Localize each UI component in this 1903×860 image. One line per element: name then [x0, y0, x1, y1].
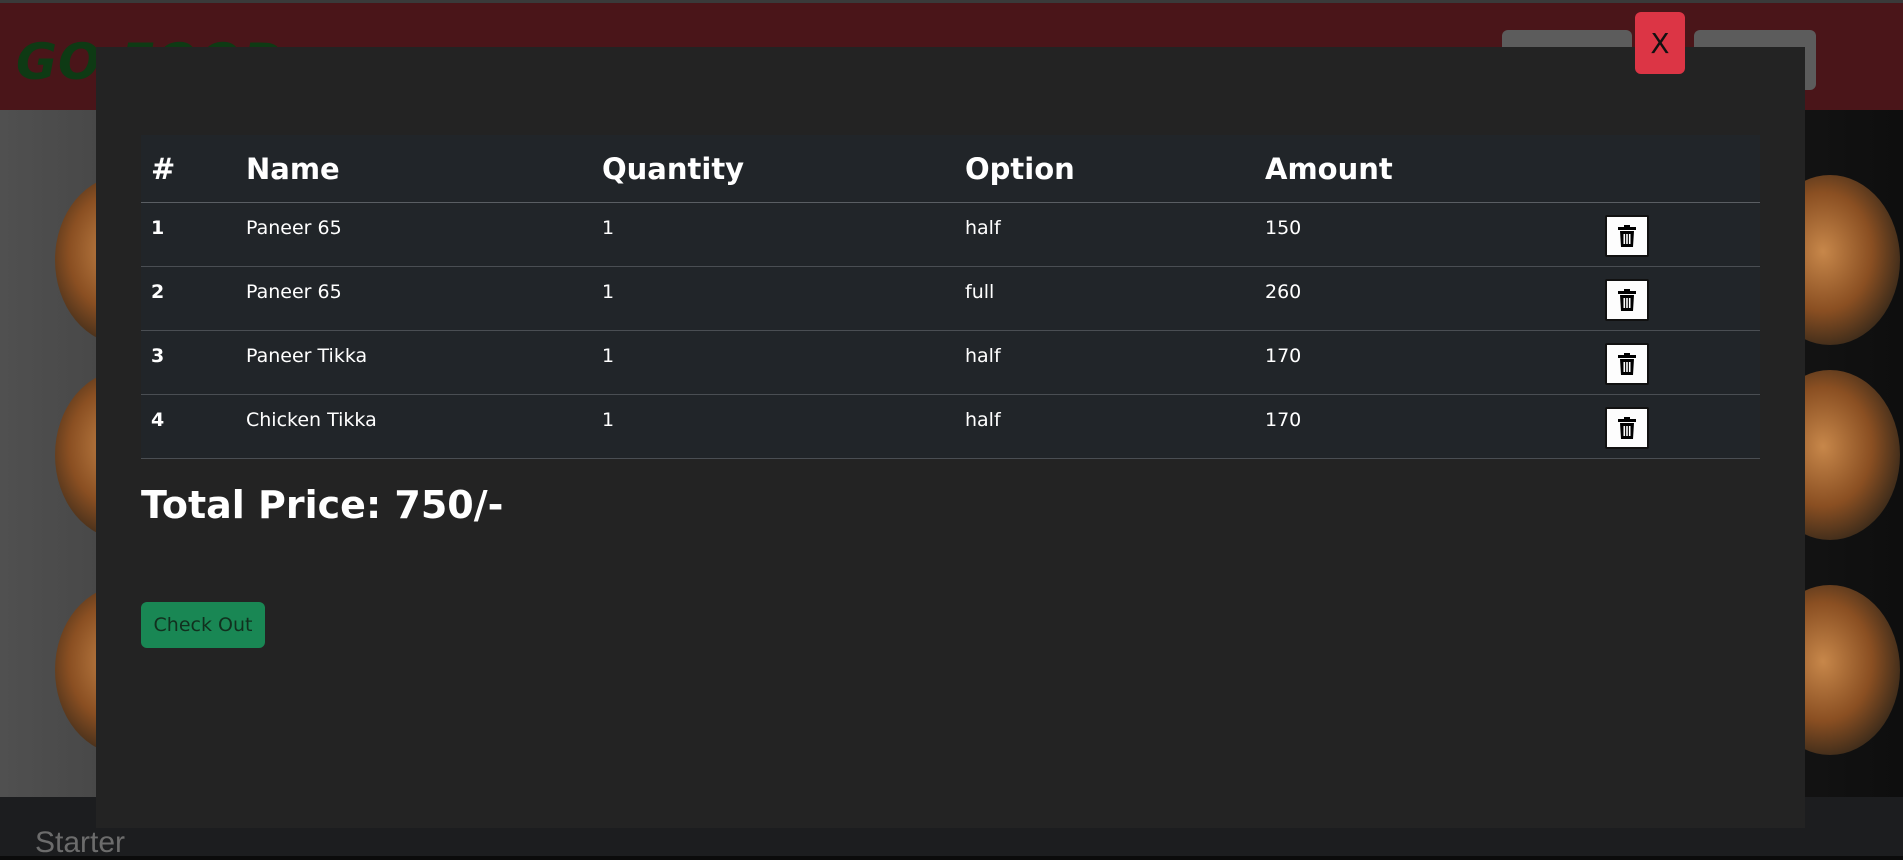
close-button[interactable]: X: [1635, 12, 1685, 74]
column-header-actions: [1595, 135, 1760, 203]
row-option: half: [955, 330, 1255, 395]
column-header-name: Name: [236, 135, 592, 203]
row-name: Paneer 65: [236, 266, 592, 331]
row-amount: 150: [1255, 202, 1595, 267]
table-row: 2 Paneer 65 1 full 260: [141, 266, 1760, 331]
section-title: Starter: [35, 826, 126, 859]
row-index: 3: [141, 330, 236, 395]
column-header-amount: Amount: [1255, 135, 1595, 203]
trash-icon: [1618, 225, 1636, 247]
row-name: Paneer Tikka: [236, 330, 592, 395]
table-row: 4 Chicken Tikka 1 half 170: [141, 394, 1760, 459]
row-index: 4: [141, 394, 236, 459]
row-option: half: [955, 394, 1255, 459]
row-quantity: 1: [592, 394, 955, 459]
row-amount: 260: [1255, 266, 1595, 331]
column-header-option: Option: [955, 135, 1255, 203]
row-amount: 170: [1255, 330, 1595, 395]
checkout-button[interactable]: Check Out: [141, 602, 265, 648]
table-row: 1 Paneer 65 1 half 150: [141, 202, 1760, 267]
delete-button[interactable]: [1605, 279, 1649, 321]
delete-button[interactable]: [1605, 215, 1649, 257]
column-header-index: #: [141, 135, 236, 203]
trash-icon: [1618, 417, 1636, 439]
row-index: 1: [141, 202, 236, 267]
table-row: 3 Paneer Tikka 1 half 170: [141, 330, 1760, 395]
table-header-row: # Name Quantity Option Amount: [141, 135, 1760, 203]
row-actions: [1595, 202, 1760, 267]
row-quantity: 1: [592, 202, 955, 267]
trash-icon: [1618, 289, 1636, 311]
row-name: Chicken Tikka: [236, 394, 592, 459]
row-option: half: [955, 202, 1255, 267]
row-actions: [1595, 394, 1760, 459]
delete-button[interactable]: [1605, 343, 1649, 385]
row-amount: 170: [1255, 394, 1595, 459]
row-quantity: 1: [592, 330, 955, 395]
row-option: full: [955, 266, 1255, 331]
row-actions: [1595, 266, 1760, 331]
row-actions: [1595, 330, 1760, 395]
trash-icon: [1618, 353, 1636, 375]
row-quantity: 1: [592, 266, 955, 331]
row-index: 2: [141, 266, 236, 331]
total-price: Total Price: 750/-: [141, 483, 504, 527]
cart-table: # Name Quantity Option Amount 1 Paneer 6…: [141, 135, 1760, 459]
column-header-quantity: Quantity: [592, 135, 955, 203]
row-name: Paneer 65: [236, 202, 592, 267]
delete-button[interactable]: [1605, 407, 1649, 449]
